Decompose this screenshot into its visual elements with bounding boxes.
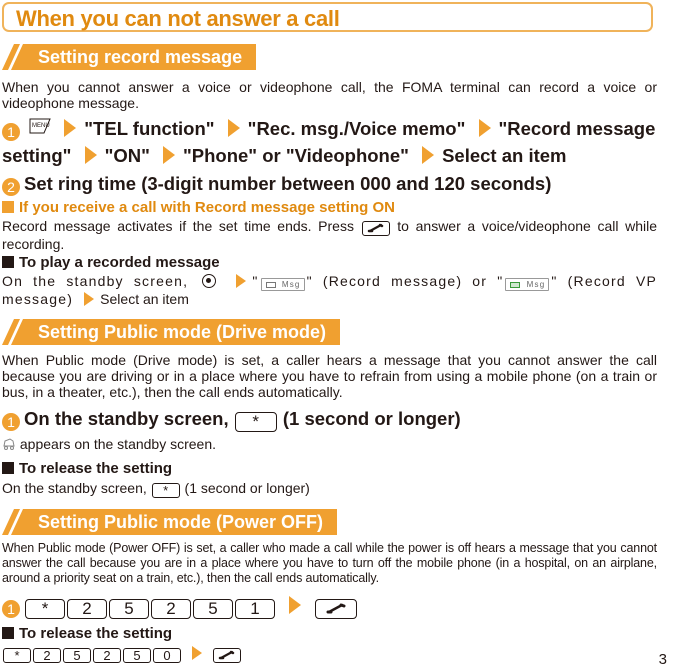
digit-key-0: 0 xyxy=(153,648,181,663)
arrow-right-icon xyxy=(163,146,175,164)
menu-key-icon: MENU xyxy=(29,117,51,135)
drive-mode-icon xyxy=(3,438,15,450)
step-number: 1 xyxy=(2,600,20,618)
arrow-right-icon xyxy=(84,292,95,306)
arrow-right-icon xyxy=(236,274,247,288)
quote: " xyxy=(252,273,259,289)
menu-item-rec-msg: "Rec. msg./Voice memo" xyxy=(247,118,466,139)
release-heading-text: To release the setting xyxy=(19,460,173,477)
digit-key-5: 5 xyxy=(109,599,149,619)
note-record-setting-on-text: Record message activates if the set time… xyxy=(2,218,657,252)
asterisk-key: * xyxy=(151,483,180,498)
release-text-after: (1 second or longer) xyxy=(184,480,310,496)
appears-text: appears on the standby screen. xyxy=(19,436,217,452)
section-heading-label: Setting record message xyxy=(12,44,257,70)
asterisk-key: * xyxy=(234,412,277,432)
record-intro: When you cannot answer a voice or videop… xyxy=(2,79,657,111)
menu-item-select-item: Select an item xyxy=(442,145,567,166)
note-text-before: Record message activates if the set time… xyxy=(2,218,354,234)
call-key-icon xyxy=(315,599,358,619)
section-heading-label: Setting Public mode (Power OFF) xyxy=(12,509,338,535)
icon-label: Msg xyxy=(526,280,546,289)
arrow-right-icon xyxy=(191,646,202,660)
release-heading-text: To release the setting xyxy=(19,625,173,642)
record-message-screen-icon: Msg xyxy=(260,278,305,291)
digit-key-2: 2 xyxy=(67,599,107,619)
arrow-right-icon xyxy=(289,596,302,614)
arrow-right-icon xyxy=(64,119,77,137)
drive-release-heading: To release the setting xyxy=(2,460,172,478)
square-bullet-icon xyxy=(2,462,14,474)
note-heading-record-setting-on: If you receive a call with Record messag… xyxy=(2,199,395,217)
digit-key-2: 2 xyxy=(93,648,121,663)
note-play-message-text: On the standby screen, " Msg " (Record mes… xyxy=(2,273,657,307)
arrow-right-icon xyxy=(84,146,97,164)
arrow-right-icon xyxy=(478,119,491,137)
digit-key-5: 5 xyxy=(63,648,91,663)
digit-key-2: 2 xyxy=(33,648,61,663)
drive-appears-text: appears on the standby screen. xyxy=(2,436,657,452)
menu-item-phone-or-videophone: "Phone" or "Videophone" xyxy=(183,145,409,166)
power-release-keys: * 2 5 2 5 0 xyxy=(2,645,657,663)
step-number: 1 xyxy=(2,123,20,141)
square-bullet-icon xyxy=(2,627,14,639)
step-2-text: Set ring time (3-digit number between 00… xyxy=(24,173,552,194)
square-bullet-icon xyxy=(2,201,14,213)
note-heading-play-message: To play a recorded message xyxy=(2,254,220,272)
arrow-right-icon xyxy=(422,146,435,164)
power-intro: When Public mode (Power OFF) is set, a c… xyxy=(2,541,657,585)
square-bullet-icon xyxy=(2,256,14,268)
record-vp-message-screen-icon: Msg xyxy=(505,278,550,291)
drive-intro: When Public mode (Drive mode) is set, a … xyxy=(2,352,657,400)
note-heading-text: To play a recorded message xyxy=(19,254,220,271)
note-text-prefix: On the standby screen, xyxy=(2,273,189,289)
note-heading-text: If you receive a call with Record messag… xyxy=(19,199,395,216)
call-key-icon xyxy=(361,221,390,236)
option-1-text: " (Record message) or " xyxy=(306,273,504,289)
asterisk-key: * xyxy=(3,648,31,663)
arrow-right-icon xyxy=(227,119,240,137)
drive-release-text: On the standby screen, * (1 second or lo… xyxy=(2,480,657,498)
digit-key-2: 2 xyxy=(151,599,191,619)
record-step-1: 1 MENU "TEL function" "Rec. msg./Voice m… xyxy=(2,115,662,169)
digit-key-5: 5 xyxy=(193,599,233,619)
page-number: 3 xyxy=(658,651,667,668)
drive-step-1: 1 On the standby screen, * (1 second or l… xyxy=(2,405,662,432)
power-step-1: 1 * 2 5 2 5 1 xyxy=(2,594,662,619)
digit-key-1: 1 xyxy=(235,599,275,619)
page-title: When you can not answer a call xyxy=(16,6,340,31)
section-heading-label: Setting Public mode (Drive mode) xyxy=(12,319,341,345)
select-item-text: Select an item xyxy=(100,291,189,307)
step-number: 1 xyxy=(2,413,20,431)
release-text-before: On the standby screen, xyxy=(2,480,147,496)
asterisk-key: * xyxy=(25,599,65,619)
svg-text:MENU: MENU xyxy=(32,123,50,129)
center-key-icon xyxy=(202,274,217,288)
step-number: 2 xyxy=(2,178,20,196)
page-title-box: When you can not answer a call xyxy=(2,2,653,32)
record-step-2: 2 Set ring time (3-digit number between 0… xyxy=(2,170,662,197)
digit-key-5: 5 xyxy=(123,648,151,663)
step-text-after: (1 second or longer) xyxy=(282,408,461,429)
power-release-heading: To release the setting xyxy=(2,625,172,643)
menu-item-tel-function: "TEL function" xyxy=(84,118,215,139)
icon-label: Msg xyxy=(281,280,301,289)
step-text-before: On the standby screen, xyxy=(24,408,229,429)
call-key-icon xyxy=(212,648,241,663)
menu-item-on: "ON" xyxy=(104,145,150,166)
